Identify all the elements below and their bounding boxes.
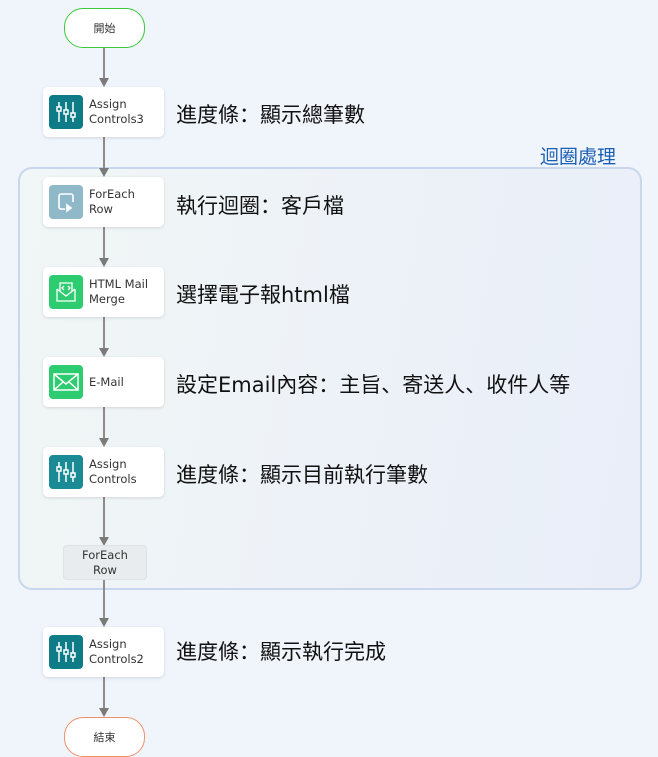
sliders-icon [49,635,83,669]
node-note: 執行迴圈：客戶檔 [176,194,344,218]
node-label: Assign Controls [89,457,137,486]
sliders-icon [49,455,83,489]
start-node[interactable]: 開始 [64,8,145,48]
foreach-icon [49,185,83,219]
html-mail-merge-node[interactable]: HTML Mail Merge [43,267,164,317]
node-note: 進度條：顯示執行完成 [176,640,386,664]
foreach-row-node[interactable]: ForEach Row [43,177,164,227]
email-node[interactable]: E-Mail [43,357,164,407]
assign-controls3-node[interactable]: Assign Controls3 [43,87,164,137]
foreach-row-end-node[interactable]: ForEach Row [63,545,147,580]
sliders-icon [49,95,83,129]
node-label: HTML Mail Merge [89,277,149,306]
node-note: 設定Email內容：主旨、寄送人、收件人等 [176,373,571,397]
end-node[interactable]: 結束 [64,717,145,757]
assign-controls-node[interactable]: Assign Controls [43,447,164,497]
node-label: Assign Controls2 [89,637,144,666]
node-label: ForEach Row [89,187,135,216]
loop-label: 迴圈處理 [540,146,617,168]
node-label: Assign Controls3 [89,97,144,126]
envelope-icon [49,365,83,399]
node-note: 進度條：顯示總筆數 [176,103,365,127]
assign-controls2-node[interactable]: Assign Controls2 [43,627,164,677]
node-note: 進度條：顯示目前執行筆數 [176,463,428,487]
node-note: 選擇電子報html檔 [176,283,350,307]
node-label: E-Mail [89,374,124,389]
html-mail-icon [49,275,83,309]
